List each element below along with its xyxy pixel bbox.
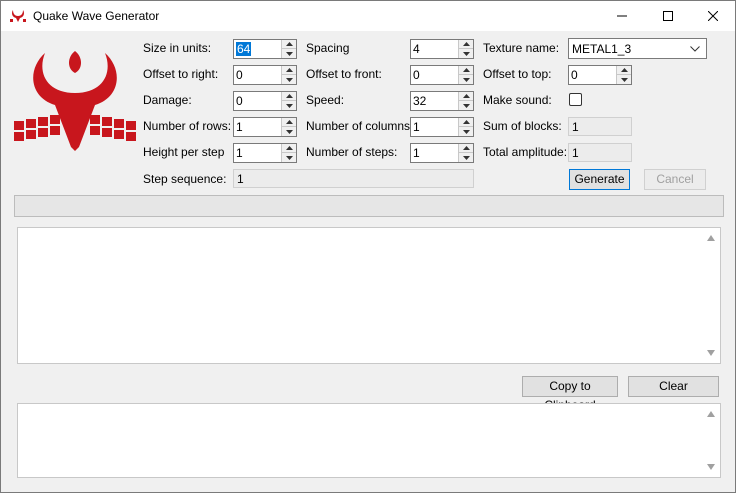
offset-front-label: Offset to front: (306, 67, 382, 81)
offset-top-value[interactable]: 0 (571, 68, 578, 82)
step-sequence-field: 1 (233, 169, 474, 188)
spin-up-icon[interactable] (617, 66, 631, 75)
step-sequence-value: 1 (237, 172, 244, 186)
output-textarea[interactable] (17, 227, 721, 364)
spin-down-icon[interactable] (459, 153, 473, 162)
damage-value[interactable]: 0 (236, 94, 243, 108)
offset-top-spinner[interactable]: 0 (568, 65, 632, 85)
chevron-down-icon[interactable] (690, 46, 700, 52)
window-title: Quake Wave Generator (33, 9, 160, 23)
sum-blocks-label: Sum of blocks: (483, 119, 562, 133)
spin-up-icon[interactable] (459, 40, 473, 49)
log-textarea[interactable] (17, 403, 721, 478)
offset-right-label: Offset to right: (143, 67, 219, 81)
minimize-icon (617, 15, 627, 17)
texture-label: Texture name: (483, 41, 560, 55)
app-window: Quake Wave Generator Size in units: Offs… (0, 0, 736, 493)
height-step-label: Height per step (143, 145, 225, 159)
sound-label: Make sound: (483, 93, 552, 107)
speed-value[interactable]: 32 (413, 94, 426, 108)
spin-up-icon[interactable] (459, 92, 473, 101)
minimize-button[interactable] (599, 1, 645, 31)
make-sound-checkbox[interactable] (569, 93, 582, 106)
spin-down-icon[interactable] (282, 127, 296, 136)
spin-up-icon[interactable] (282, 92, 296, 101)
steps-value[interactable]: 1 (413, 146, 420, 160)
spin-down-icon[interactable] (282, 153, 296, 162)
quake-logo-icon (10, 10, 26, 22)
scroll-up-icon[interactable] (707, 235, 715, 241)
offset-right-spinner[interactable]: 0 (233, 65, 297, 85)
spin-down-icon[interactable] (282, 75, 296, 84)
size-value[interactable]: 64 (236, 42, 252, 56)
texture-select[interactable]: METAL1_3 (568, 38, 707, 59)
steps-label: Number of steps: (306, 145, 398, 159)
copy-clipboard-button[interactable]: Copy to Clipboard (522, 376, 618, 412)
size-spinner[interactable]: 64 (233, 39, 297, 59)
speed-label: Speed: (306, 93, 345, 107)
damage-label: Damage: (143, 93, 192, 107)
maximize-icon (663, 11, 673, 21)
columns-spinner[interactable]: 1 (410, 117, 474, 137)
spin-down-icon[interactable] (617, 75, 631, 84)
close-button[interactable] (690, 1, 736, 31)
texture-value: METAL1_3 (572, 42, 632, 56)
spin-up-icon[interactable] (459, 66, 473, 75)
sum-blocks-field: 1 (568, 117, 632, 136)
speed-spinner[interactable]: 32 (410, 91, 474, 111)
spacing-label: Spacing (306, 41, 350, 55)
scroll-down-icon[interactable] (707, 464, 715, 470)
spin-up-icon[interactable] (459, 144, 473, 153)
quake-logo (14, 51, 136, 151)
spin-down-icon[interactable] (459, 127, 473, 136)
amplitude-value: 1 (572, 146, 579, 160)
offset-right-value[interactable]: 0 (236, 68, 243, 82)
rows-label: Number of rows: (143, 119, 232, 133)
generate-button[interactable]: Generate (569, 169, 630, 190)
spacing-value[interactable]: 4 (413, 42, 420, 56)
spin-up-icon[interactable] (282, 66, 296, 75)
damage-spinner[interactable]: 0 (233, 91, 297, 111)
spin-down-icon[interactable] (459, 101, 473, 110)
columns-label: Number of columns: (306, 119, 414, 133)
log-scrollbar[interactable] (703, 404, 720, 477)
cancel-button[interactable]: Cancel (644, 169, 706, 190)
columns-value[interactable]: 1 (413, 120, 420, 134)
sum-blocks-value: 1 (572, 120, 579, 134)
output-scrollbar[interactable] (703, 228, 720, 363)
steps-spinner[interactable]: 1 (410, 143, 474, 163)
spin-up-icon[interactable] (282, 144, 296, 153)
scroll-down-icon[interactable] (707, 350, 715, 356)
clear-button[interactable]: Clear (628, 376, 719, 397)
title-bar[interactable]: Quake Wave Generator (1, 1, 735, 31)
spacing-spinner[interactable]: 4 (410, 39, 474, 59)
amplitude-label: Total amplitude: (483, 145, 568, 159)
offset-front-value[interactable]: 0 (413, 68, 420, 82)
height-step-value[interactable]: 1 (236, 146, 243, 160)
spin-down-icon[interactable] (282, 101, 296, 110)
offset-top-label: Offset to top: (483, 67, 552, 81)
height-step-spinner[interactable]: 1 (233, 143, 297, 163)
size-label: Size in units: (143, 41, 212, 55)
spin-down-icon[interactable] (459, 75, 473, 84)
maximize-button[interactable] (645, 1, 691, 31)
rows-value[interactable]: 1 (236, 120, 243, 134)
spin-up-icon[interactable] (282, 118, 296, 127)
scroll-up-icon[interactable] (707, 411, 715, 417)
spin-down-icon[interactable] (459, 49, 473, 58)
amplitude-field: 1 (568, 143, 632, 162)
spin-up-icon[interactable] (459, 118, 473, 127)
progress-bar (14, 195, 724, 217)
step-sequence-label: Step sequence: (143, 172, 227, 186)
close-icon (708, 11, 718, 21)
spin-down-icon[interactable] (282, 49, 296, 58)
spin-up-icon[interactable] (282, 40, 296, 49)
rows-spinner[interactable]: 1 (233, 117, 297, 137)
offset-front-spinner[interactable]: 0 (410, 65, 474, 85)
